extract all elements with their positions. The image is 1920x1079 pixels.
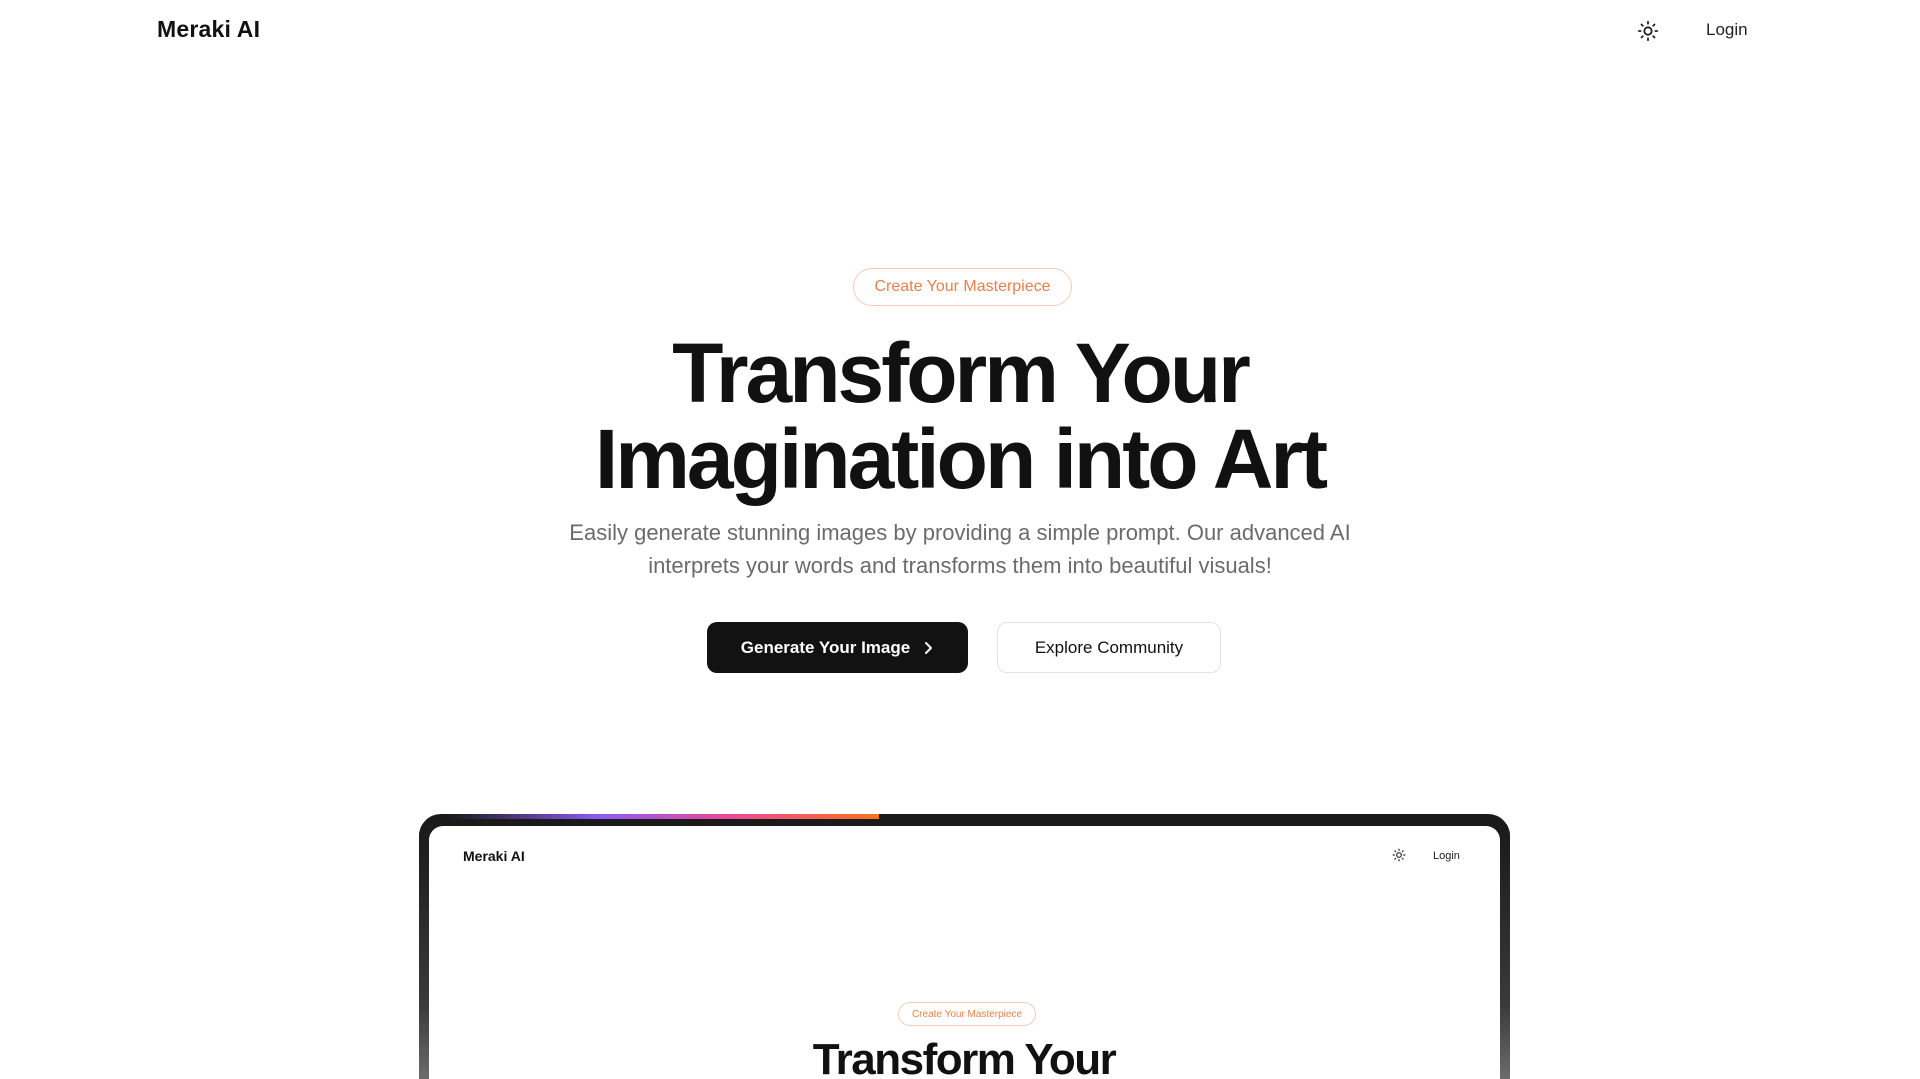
site-header: Meraki AI Login (0, 0, 1920, 62)
hero-subtitle-line: Easily generate stunning images by provi… (569, 520, 1351, 545)
preview-hero-title: Transform Your (812, 1035, 1117, 1079)
hero-title: Transform Your Imagination into Art (460, 330, 1460, 502)
theme-toggle-button[interactable] (1633, 16, 1663, 46)
hero-title-line: Imagination into Art (594, 412, 1328, 506)
preview-login-link: Login (1433, 850, 1460, 862)
login-link[interactable]: Login (1706, 20, 1748, 40)
sun-icon (1637, 20, 1659, 42)
device-glow-line (449, 814, 879, 819)
generate-image-label: Generate Your Image (740, 637, 911, 657)
hero-title-line: Transform Your (672, 326, 1251, 420)
device-screen: Meraki AI Login Create Your Masterpiece … (429, 826, 1500, 1079)
device-frame-right (1500, 824, 1510, 1079)
hero-subtitle-line: interprets your words and transforms the… (648, 553, 1272, 578)
explore-community-button[interactable]: Explore Community (997, 622, 1221, 673)
preview-hero-badge: Create Your Masterpiece (898, 1002, 1036, 1026)
device-frame-left (419, 824, 429, 1079)
hero-subtitle: Easily generate stunning images by provi… (540, 516, 1380, 582)
preview-theme-toggle (1390, 846, 1408, 864)
sun-icon (1392, 848, 1406, 862)
device-preview: Meraki AI Login Create Your Masterpiece … (419, 814, 1510, 1079)
preview-brand-logo: Meraki AI (463, 848, 525, 864)
chevron-right-icon (925, 641, 933, 654)
generate-image-button[interactable]: Generate Your Image (707, 622, 968, 673)
brand-logo[interactable]: Meraki AI (157, 16, 260, 43)
hero-badge: Create Your Masterpiece (853, 268, 1072, 306)
